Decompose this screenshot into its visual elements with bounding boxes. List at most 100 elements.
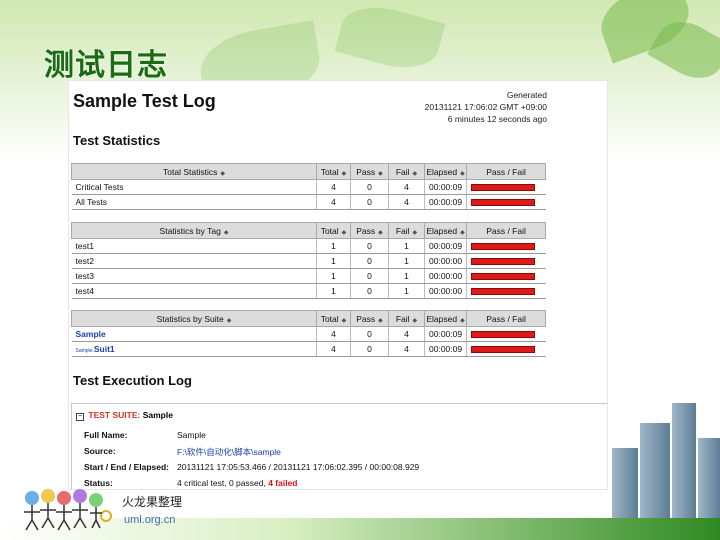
stat-name: Critical Tests — [71, 179, 317, 195]
fail-bar — [471, 272, 536, 280]
footer-name: 火龙果整理 — [122, 495, 183, 509]
sort-icon: ◆ — [460, 317, 465, 324]
generated-info: Generated 20131121 17:06:02 GMT +09:00 6… — [425, 89, 547, 125]
stat-elapsed: 00:00:09 — [423, 238, 467, 254]
pass-fail-bar — [466, 238, 546, 254]
header-fail[interactable]: Fail ◆ — [388, 163, 425, 180]
sort-icon: ◆ — [460, 229, 465, 236]
stat-pass: 0 — [350, 179, 389, 195]
status-failed: 4 failed — [268, 478, 298, 488]
stat-pass: 0 — [350, 268, 389, 284]
sort-icon: ◆ — [223, 229, 229, 236]
header-pass[interactable]: Pass ◆ — [350, 163, 389, 180]
sort-icon: ◆ — [412, 317, 418, 324]
building-decoration — [640, 423, 670, 518]
stat-elapsed: 00:00:00 — [423, 253, 467, 269]
suite-statistics-table: Statistics by Suite ◆ Total ◆ Pass ◆ Fail ◆ … — [71, 310, 546, 357]
tag-name: test3 — [71, 268, 317, 284]
stat-fail: 4 — [388, 179, 425, 195]
sort-icon: ◆ — [341, 317, 347, 324]
header-statistics-by-suite[interactable]: Statistics by Suite ◆ — [71, 310, 317, 327]
stat-elapsed: 00:00:09 — [423, 179, 467, 195]
header-pass[interactable]: Pass ◆ — [350, 222, 389, 239]
tag-name: test1 — [71, 238, 317, 254]
stat-fail: 1 — [388, 238, 425, 254]
suite-name: Sample — [142, 410, 173, 420]
header-total-statistics[interactable]: Total Statistics ◆ — [71, 163, 317, 180]
people-logo-icon — [24, 489, 112, 531]
header-elapsed[interactable]: Elapsed ◆ — [423, 222, 468, 239]
table-row: Sample.Suit1 4 0 4 00:00:09 — [71, 341, 546, 357]
fail-bar — [471, 287, 536, 295]
header-pass-fail: Pass / Fail — [466, 310, 546, 327]
collapse-icon[interactable]: − — [76, 413, 84, 421]
suite-prefix: Sample. — [75, 348, 94, 354]
stat-name: All Tests — [71, 194, 317, 210]
suite-header[interactable]: − TEST SUITE: Sample — [76, 410, 607, 421]
header-elapsed[interactable]: Elapsed ◆ — [423, 163, 468, 180]
stat-total: 4 — [316, 179, 351, 195]
stat-total: 1 — [316, 268, 351, 284]
building-decoration — [672, 403, 696, 518]
stat-fail: 1 — [388, 268, 425, 284]
suite-link[interactable]: Suit1 — [94, 344, 115, 354]
sort-icon: ◆ — [412, 170, 418, 177]
source-link[interactable]: F:\软件\自动化\脚本\sample — [177, 446, 281, 458]
source-label: Source: — [84, 446, 116, 456]
header-total[interactable]: Total ◆ — [316, 310, 351, 327]
tag-name: test4 — [71, 283, 317, 299]
sort-icon: ◆ — [220, 170, 225, 177]
log-header: Sample Test Log Generated 20131121 17:06… — [69, 81, 607, 129]
table-header-row: Statistics by Suite ◆ Total ◆ Pass ◆ Fail ◆ … — [71, 310, 546, 327]
generated-label: Generated — [506, 90, 547, 100]
test-log-screenshot: Sample Test Log Generated 20131121 17:06… — [68, 80, 608, 490]
table-row: All Tests 4 0 4 00:00:09 — [71, 194, 546, 210]
header-pass[interactable]: Pass ◆ — [350, 310, 389, 327]
table-header-row: Total Statistics ◆ Total ◆ Pass ◆ Fail ◆ Ela… — [71, 163, 546, 180]
stat-elapsed: 00:00:09 — [423, 194, 467, 210]
pass-fail-bar — [466, 194, 546, 210]
stat-total: 4 — [316, 194, 351, 210]
timing-label: Start / End / Elapsed: — [84, 462, 170, 472]
suite-label: TEST SUITE: — [88, 410, 141, 420]
suite-link[interactable]: Sample — [76, 329, 106, 339]
fail-bar — [471, 257, 536, 265]
stat-pass: 0 — [350, 326, 389, 342]
header-total[interactable]: Total ◆ — [316, 222, 351, 239]
header-fail[interactable]: Fail ◆ — [388, 222, 425, 239]
stat-pass: 0 — [350, 238, 389, 254]
header-fail[interactable]: Fail ◆ — [388, 310, 425, 327]
sort-icon: ◆ — [378, 229, 383, 236]
stat-total: 4 — [316, 326, 351, 342]
full-name-label: Full Name: — [84, 430, 128, 440]
test-suite-panel: − TEST SUITE: Sample Full Name: Sample S… — [71, 403, 607, 489]
header-pass-fail: Pass / Fail — [466, 222, 546, 239]
building-decoration — [612, 448, 638, 518]
header-pass-fail: Pass / Fail — [466, 163, 546, 180]
header-elapsed[interactable]: Elapsed ◆ — [423, 310, 468, 327]
fail-bar — [471, 242, 536, 250]
full-name-value: Sample — [177, 430, 206, 440]
test-execution-heading: Test Execution Log — [73, 373, 192, 388]
stat-pass: 0 — [350, 194, 389, 210]
sort-icon: ◆ — [378, 170, 383, 177]
generated-time: 20131121 17:06:02 GMT +09:00 — [424, 102, 547, 112]
header-total[interactable]: Total ◆ — [316, 163, 351, 180]
stat-fail: 4 — [388, 341, 425, 357]
stat-total: 4 — [316, 341, 351, 357]
header-statistics-by-tag[interactable]: Statistics by Tag ◆ — [71, 222, 317, 239]
table-row: test4 1 0 1 00:00:00 — [71, 283, 546, 299]
pass-fail-bar — [466, 268, 546, 284]
fail-bar — [471, 198, 536, 206]
suite-name[interactable]: Sample.Suit1 — [71, 341, 317, 357]
timing-value: 20131121 17:05:53.466 / 20131121 17:06:0… — [177, 462, 420, 472]
suite-name[interactable]: Sample — [71, 326, 317, 342]
footer-site[interactable]: uml.org.cn — [124, 514, 175, 526]
stat-elapsed: 00:00:00 — [423, 283, 467, 299]
fail-bar — [471, 330, 536, 338]
table-row: test2 1 0 1 00:00:00 — [71, 253, 546, 269]
pass-fail-bar — [466, 179, 546, 195]
log-title: Sample Test Log — [73, 91, 216, 111]
stat-pass: 0 — [350, 283, 389, 299]
sort-icon: ◆ — [460, 170, 465, 177]
